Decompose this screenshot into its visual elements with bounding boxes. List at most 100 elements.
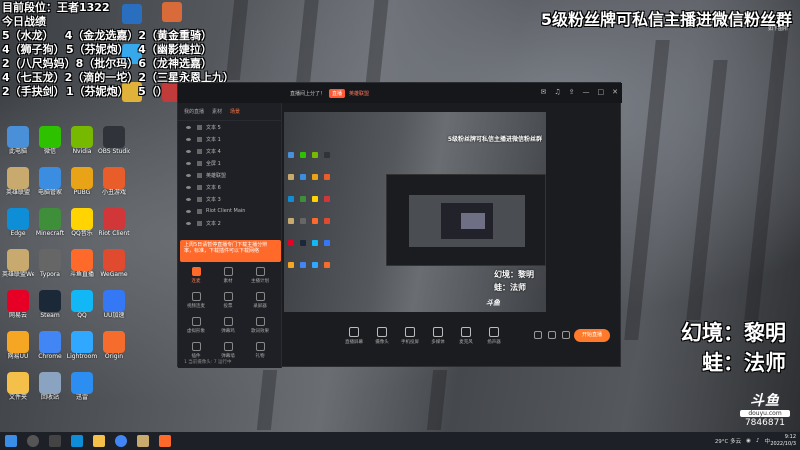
source-button[interactable]: 麦克风	[452, 323, 480, 345]
share-icon[interactable]: ⇪	[569, 88, 575, 96]
eye-icon[interactable]	[186, 173, 191, 177]
tool-label: 录屏器	[253, 304, 267, 309]
tool-button[interactable]: 视频连麦	[182, 290, 210, 314]
start-icon[interactable]	[5, 435, 17, 447]
desktop-app-icon	[39, 249, 61, 271]
tool-button[interactable]: 素材	[214, 265, 242, 289]
desktop-icon[interactable]: 迅雷	[66, 372, 98, 410]
lol-icon[interactable]	[137, 435, 149, 447]
tool-button[interactable]: 录屏器	[246, 290, 274, 314]
edge-icon[interactable]	[71, 435, 83, 447]
desktop-icon[interactable]: WeGame	[98, 249, 130, 287]
close-icon[interactable]: ✕	[612, 88, 618, 96]
source-button[interactable]: 直播屏幕	[340, 323, 368, 345]
weather-text[interactable]: 29°C 多云	[715, 437, 741, 445]
source-button[interactable]: 多媒体	[424, 323, 452, 345]
desktop-icon[interactable]: OBS Studio	[98, 126, 130, 164]
layer-type-icon	[197, 136, 202, 142]
desktop-icon[interactable]: PUBG	[66, 167, 98, 205]
eye-icon[interactable]	[186, 161, 191, 165]
desktop-icon[interactable]: 微信	[34, 126, 66, 164]
tool-button[interactable]: 连麦	[182, 265, 210, 289]
tool-button[interactable]: 歌词效果	[246, 315, 274, 339]
settings-icon[interactable]	[534, 331, 542, 339]
source-button[interactable]: 手机投屏	[396, 323, 424, 345]
app-tag[interactable]: 直播	[329, 88, 346, 98]
stream-preview[interactable]: 5级粉丝牌可私信主播进微信粉丝群 幻境：黎明 蛙：法师 斗鱼	[284, 112, 546, 312]
scene-layer[interactable]: 文本 1	[178, 133, 281, 145]
desktop-icon[interactable]: QQ音乐	[66, 208, 98, 246]
desktop-icon[interactable]: UU加速	[98, 290, 130, 328]
desktop-icon[interactable]: 网易云	[2, 290, 34, 328]
layer-type-icon	[197, 208, 202, 214]
maximize-icon[interactable]: □	[598, 88, 605, 96]
desktop-icon-label: Riot Client	[98, 230, 130, 237]
clock[interactable]: 9:12 2022/10/3	[770, 434, 796, 448]
desktop-icon[interactable]: Minecraft	[34, 208, 66, 246]
douyu-icon[interactable]	[159, 435, 171, 447]
tool-button[interactable]: 礼物	[246, 340, 274, 364]
source-button[interactable]: 摄像头	[368, 323, 396, 345]
tool-button[interactable]: 主播计划	[246, 265, 274, 289]
scene-layer[interactable]: 文本 3	[178, 193, 281, 205]
desktop-icon[interactable]: Typora	[34, 249, 66, 287]
scene-layer[interactable]: 文本 5	[178, 121, 281, 133]
notice-banner[interactable]: 上周5日请暂停直播专门下载主播分辨 率，标准，下载插件可以下载网络	[180, 240, 281, 262]
eye-icon[interactable]	[186, 125, 191, 129]
scene-layer[interactable]: 全屏 1	[178, 157, 281, 169]
source-label: 麦克风	[459, 340, 473, 345]
search-icon[interactable]	[27, 435, 39, 447]
desktop-icon[interactable]: QQ	[66, 290, 98, 328]
start-live-button[interactable]: 开始直播	[574, 329, 610, 342]
folder-icon[interactable]	[93, 435, 105, 447]
desktop-icon[interactable]: 英雄联盟WeGame	[2, 249, 34, 287]
desktop-icon[interactable]: 回收站	[34, 372, 66, 410]
desktop-icon[interactable]: 小丑游戏	[98, 167, 130, 205]
tool-button[interactable]: 投票	[214, 290, 242, 314]
gift-icon[interactable]: ✉	[540, 88, 546, 96]
eye-icon[interactable]	[186, 185, 191, 189]
eye-icon[interactable]	[186, 197, 191, 201]
language-icon[interactable]: 中	[764, 437, 770, 445]
tab-my-live[interactable]: 我的直播	[184, 108, 204, 115]
eye-icon[interactable]	[186, 149, 191, 153]
desktop-icon[interactable]: Edge	[2, 208, 34, 246]
minimize-icon[interactable]: —	[583, 88, 590, 96]
desktop-icon[interactable]: Steam	[34, 290, 66, 328]
desktop-icon[interactable]: 电脑管家	[34, 167, 66, 205]
desktop-icon[interactable]: 斗鱼直播	[66, 249, 98, 287]
desktop-icon[interactable]: Chrome	[34, 331, 66, 369]
eye-icon[interactable]	[186, 221, 191, 225]
desktop-icon[interactable]: Origin	[98, 331, 130, 369]
tool-button[interactable]: 弹幕鸡	[214, 315, 242, 339]
scene-layer[interactable]: 文本 6	[178, 181, 281, 193]
desktop-app-icon	[71, 208, 93, 230]
eye-icon[interactable]	[186, 209, 191, 213]
tab-scene[interactable]: 场景	[230, 108, 240, 115]
tab-material[interactable]: 素材	[212, 108, 222, 115]
chrome-icon[interactable]	[115, 435, 127, 447]
source-button[interactable]: 扬声器	[480, 323, 508, 345]
app-category[interactable]: 英雄联盟	[349, 90, 369, 97]
scene-layer[interactable]: 文本 4	[178, 145, 281, 157]
scene-layer[interactable]: 文本 2	[178, 217, 281, 229]
preview-icon	[288, 152, 294, 158]
scene-layer[interactable]: 英雄联盟	[178, 169, 281, 181]
wifi-icon[interactable]: ◉	[746, 438, 751, 444]
eye-icon[interactable]	[186, 137, 191, 141]
desktop-icon[interactable]: Lightroom	[66, 331, 98, 369]
desktop-icon[interactable]: Riot Client	[98, 208, 130, 246]
volume-icon[interactable]: ♪	[756, 438, 760, 444]
desktop-icon[interactable]: 网易UU	[2, 331, 34, 369]
app-room-title[interactable]: 直播间上分了！	[290, 90, 325, 97]
desktop-icon[interactable]: 文件夹	[2, 372, 34, 410]
tool-button[interactable]: 虚拟形象	[182, 315, 210, 339]
scene-layer[interactable]: Riot Client Main	[178, 205, 281, 217]
bell-icon[interactable]: ♫	[554, 88, 560, 96]
desktop-icon[interactable]: 此电脑	[2, 126, 34, 164]
desktop-icon[interactable]: 英雄联盟	[2, 167, 34, 205]
eye-icon[interactable]	[548, 331, 556, 339]
gear-icon[interactable]	[562, 331, 570, 339]
task-view-icon[interactable]	[49, 435, 61, 447]
desktop-icon[interactable]: Nvidia	[66, 126, 98, 164]
